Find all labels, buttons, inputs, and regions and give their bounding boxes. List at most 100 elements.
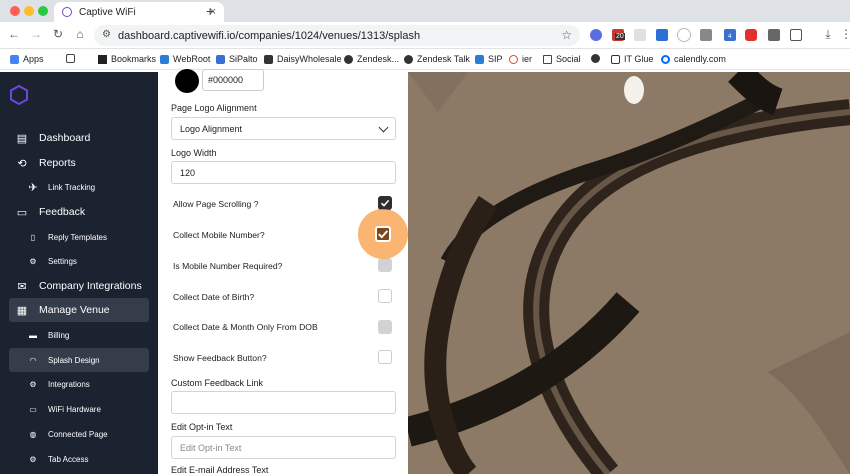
maximize-window-button[interactable] bbox=[38, 6, 48, 16]
sidebar: ▤ Dashboard ⟲ Reports ✈ Link Tracking ▭ Feed… bbox=[0, 72, 158, 474]
custom-feedback-label: Custom Feedback Link bbox=[171, 378, 264, 388]
sidebar-item-manage-venue[interactable]: ▦ Manage Venue bbox=[9, 298, 149, 322]
sipalto-icon bbox=[216, 54, 225, 64]
splash-design-form: #000000 Page Logo Alignment Logo Alignme… bbox=[158, 69, 408, 475]
sidebar-item-integrations[interactable]: ⚙ Integrations bbox=[9, 372, 149, 396]
forward-icon[interactable]: → bbox=[28, 27, 44, 41]
logo-width-input[interactable]: 120 bbox=[171, 161, 396, 184]
it-glue-icon bbox=[611, 54, 620, 64]
bookmark-zendesk[interactable]: Zendesk... bbox=[344, 54, 399, 64]
circle-extension-icon[interactable] bbox=[677, 28, 691, 42]
new-tab-icon[interactable]: + bbox=[206, 3, 214, 19]
sidebar-item-tab-access[interactable]: ⚙ Tab Access bbox=[9, 447, 149, 471]
sidebar-item-feedback[interactable]: ▭ Feedback bbox=[9, 200, 149, 224]
sidebar-item-wifi-hardware[interactable]: ▭ WiFi Hardware bbox=[9, 397, 149, 421]
card-icon: ▬ bbox=[29, 330, 37, 340]
bookmark-google[interactable]: ier bbox=[509, 54, 532, 64]
badge-4: 4 bbox=[728, 34, 732, 40]
calendly-icon bbox=[661, 54, 670, 64]
sidebar-item-reply-templates[interactable]: ▯ Reply Templates bbox=[9, 225, 149, 249]
chat-icon: ▭ bbox=[16, 206, 28, 219]
red-extension-icon[interactable] bbox=[745, 29, 757, 41]
grid-icon bbox=[66, 54, 75, 63]
sidebar-item-dashboard[interactable]: ▤ Dashboard bbox=[9, 126, 149, 150]
google-icon bbox=[509, 54, 518, 64]
browser-tab[interactable]: Captive WiFi × bbox=[54, 2, 224, 22]
store-icon: ▦ bbox=[16, 304, 28, 317]
sidebar-item-company-integrations[interactable]: ✉ Company Integrations bbox=[9, 274, 149, 298]
bookmark-webroot[interactable]: WebRoot bbox=[160, 54, 210, 64]
collect-date-month-checkbox[interactable] bbox=[378, 320, 392, 334]
bookmark-bookmarks[interactable]: Bookmarks bbox=[98, 54, 156, 64]
captive-wifi-logo-icon[interactable] bbox=[10, 85, 28, 105]
gear-icon: ⚙ bbox=[29, 379, 37, 389]
router-icon: ▭ bbox=[29, 404, 37, 414]
wifi-icon: ◠ bbox=[29, 355, 37, 365]
mobile-required-checkbox[interactable] bbox=[378, 258, 392, 272]
logo-alignment-value: Logo Alignment bbox=[180, 123, 243, 134]
bookmark-star-icon[interactable]: ☆ bbox=[561, 28, 572, 42]
bookmark-sipalto[interactable]: SiPalto bbox=[216, 54, 258, 64]
list-extension-icon[interactable] bbox=[768, 29, 780, 41]
dashboard-icon: ▤ bbox=[16, 132, 28, 145]
pen-extension-icon[interactable] bbox=[634, 29, 646, 41]
puzzle-extensions-icon[interactable] bbox=[790, 29, 802, 41]
splash-background-preview bbox=[408, 72, 850, 474]
bookmark-daisywholesale[interactable]: DaisyWholesale bbox=[264, 54, 342, 64]
logo-width-label: Logo Width bbox=[171, 148, 217, 158]
bookmark-zendesk-talk[interactable]: Zendesk Talk bbox=[404, 54, 470, 64]
bookmark-sip[interactable]: SIP bbox=[475, 54, 503, 64]
collect-mobile-checkbox[interactable] bbox=[375, 226, 391, 242]
calendar-extension-icon[interactable]: 20 bbox=[612, 29, 625, 41]
back-icon[interactable]: ← bbox=[6, 27, 22, 41]
allow-scrolling-checkbox[interactable] bbox=[378, 196, 392, 210]
gear-icon: ⚙ bbox=[29, 256, 37, 266]
sidebar-item-connected-page[interactable]: ◍ Connected Page bbox=[9, 422, 149, 446]
bookmark-social[interactable]: Social bbox=[543, 54, 581, 64]
sidebar-item-splash-design[interactable]: ◠ Splash Design bbox=[9, 348, 149, 372]
logo-alignment-select[interactable]: Logo Alignment bbox=[171, 117, 396, 140]
extension-icon[interactable] bbox=[590, 29, 602, 41]
bookmark-calendly[interactable]: calendly.com bbox=[661, 54, 726, 64]
bookmark-apps[interactable]: Apps bbox=[10, 54, 44, 64]
custom-feedback-input[interactable] bbox=[171, 391, 396, 414]
folder-icon bbox=[543, 54, 552, 64]
globe-icon bbox=[591, 54, 600, 63]
zendesk-icon bbox=[344, 54, 353, 64]
reload-icon[interactable]: ↻ bbox=[50, 27, 66, 41]
chat-extension-icon[interactable]: 4 bbox=[724, 29, 736, 41]
show-feedback-checkbox[interactable] bbox=[378, 350, 392, 364]
chevron-down-icon bbox=[378, 122, 389, 133]
browser-tab-bar: Captive WiFi × + bbox=[0, 0, 850, 22]
arrow-extension-icon[interactable] bbox=[656, 29, 668, 41]
collect-mobile-label: Collect Mobile Number? bbox=[173, 230, 265, 240]
color-hex-input[interactable]: #000000 bbox=[202, 69, 264, 91]
color-swatch[interactable] bbox=[175, 69, 199, 93]
bookmark-grid[interactable] bbox=[66, 54, 79, 63]
download-icon[interactable]: ⤓ bbox=[820, 27, 836, 42]
minimize-window-button[interactable] bbox=[24, 6, 34, 16]
optin-input[interactable]: Edit Opt-in Text bbox=[171, 436, 396, 459]
sidebar-item-billing[interactable]: ▬ Billing bbox=[9, 323, 149, 347]
refresh-icon: ⟲ bbox=[17, 157, 27, 170]
bookmark-globe[interactable] bbox=[591, 54, 604, 63]
bookmark-it-glue[interactable]: IT Glue bbox=[611, 54, 653, 64]
url-text: dashboard.captivewifi.io/companies/1024/… bbox=[118, 29, 421, 42]
webroot-icon bbox=[160, 54, 169, 64]
document-icon: ▯ bbox=[30, 232, 36, 242]
address-bar[interactable]: ⚙ dashboard.captivewifi.io/companies/102… bbox=[94, 25, 580, 46]
browser-toolbar: ← → ↻ ⌂ ⚙ dashboard.captivewifi.io/compa… bbox=[0, 22, 850, 49]
menu-icon[interactable]: ⋮ bbox=[838, 27, 850, 41]
grid-extension-icon[interactable] bbox=[700, 29, 712, 41]
sidebar-item-link-tracking[interactable]: ✈ Link Tracking bbox=[9, 175, 149, 199]
show-feedback-label: Show Feedback Button? bbox=[173, 353, 267, 363]
badge-20: 20 bbox=[615, 33, 625, 40]
sidebar-item-reports[interactable]: ⟲ Reports bbox=[9, 151, 149, 175]
collect-dob-checkbox[interactable] bbox=[378, 289, 392, 303]
collect-date-month-label: Collect Date & Month Only From DOB bbox=[173, 322, 318, 332]
close-window-button[interactable] bbox=[10, 6, 20, 16]
mobile-required-label: Is Mobile Number Required? bbox=[173, 261, 283, 271]
home-icon[interactable]: ⌂ bbox=[72, 27, 88, 41]
sidebar-item-settings[interactable]: ⚙ Settings bbox=[9, 249, 149, 273]
site-settings-icon[interactable]: ⚙ bbox=[102, 29, 111, 40]
